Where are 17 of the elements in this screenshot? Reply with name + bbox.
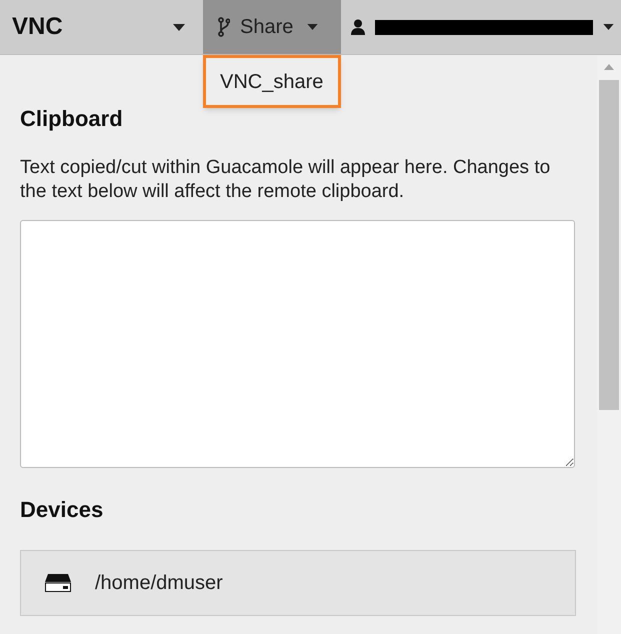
scroll-up-icon[interactable] <box>604 64 614 70</box>
drive-icon <box>45 574 71 592</box>
branch-icon <box>218 17 230 37</box>
clipboard-description: Text copied/cut within Guacamole will appear here. Changes to the text below will affect the remote clipboard. <box>20 156 552 204</box>
user-icon <box>351 19 365 35</box>
menu-item[interactable]: VNC_share <box>203 55 341 108</box>
device-row[interactable]: /home/dmuser <box>20 550 576 616</box>
caret-icon <box>173 24 185 30</box>
device-path: /home/dmuser <box>95 571 223 596</box>
clipboard-text-area[interactable] <box>20 220 575 468</box>
share-menu[interactable]: Share <box>203 0 341 54</box>
connection-menu[interactable]: VNC <box>0 0 203 54</box>
caret-icon <box>307 24 318 30</box>
section-heading: Devices <box>20 496 104 524</box>
section-heading: Clipboard <box>20 105 124 133</box>
scrollbar-thumb[interactable] <box>599 80 619 410</box>
caret-icon <box>603 24 614 30</box>
